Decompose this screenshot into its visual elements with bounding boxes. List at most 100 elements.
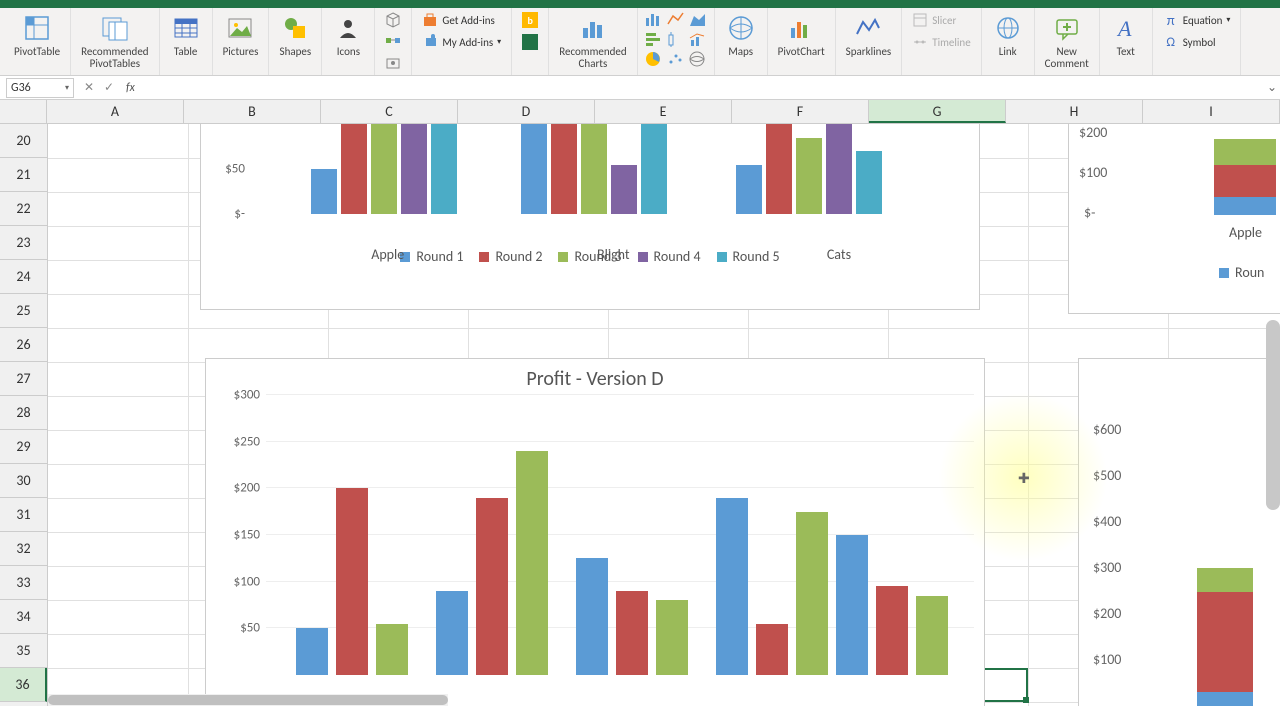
chart-legend: Round 1 Round 2 Round 3 Round 4 Round 5 — [201, 242, 979, 271]
column-header[interactable]: I — [1143, 100, 1280, 123]
sparklines-icon — [852, 12, 884, 44]
maps-button[interactable]: Maps — [721, 10, 761, 60]
column-header[interactable]: D — [458, 100, 595, 123]
row-header[interactable]: 21 — [0, 158, 47, 192]
stat-chart-button[interactable] — [666, 30, 686, 48]
row-header[interactable]: 22 — [0, 192, 47, 226]
table-button[interactable]: Table — [166, 10, 206, 60]
vertical-scrollbar[interactable] — [1266, 320, 1280, 510]
addins-icon — [422, 34, 438, 50]
chart-object-top[interactable]: $50$- Apple Blight Cats Round 1 Round 2 … — [200, 124, 980, 310]
shapes-button[interactable]: Shapes — [275, 10, 315, 60]
row-header[interactable]: 31 — [0, 498, 47, 532]
bing-icon: b — [522, 12, 538, 28]
column-header[interactable]: H — [1006, 100, 1143, 123]
equation-icon: π — [1163, 12, 1179, 28]
row-header[interactable]: 34 — [0, 600, 47, 634]
cancel-formula-button[interactable]: ✕ — [80, 79, 98, 97]
comment-icon — [1051, 12, 1083, 44]
row-header[interactable]: 20 — [0, 124, 47, 158]
icons-button[interactable]: Icons — [328, 10, 368, 60]
new-comment-button[interactable]: New Comment — [1041, 10, 1093, 72]
svg-text:A: A — [1116, 16, 1132, 41]
chart-object-right-bottom[interactable]: $600 $500 $400 $300 $200 $100 — [1078, 358, 1280, 706]
worksheet-grid[interactable]: ABCDEFGHI 202122232425262728293031323334… — [0, 100, 1280, 706]
row-header[interactable]: 23 — [0, 226, 47, 260]
expand-formula-bar-button[interactable]: ⌄ — [1264, 80, 1280, 95]
bar-chart-button[interactable] — [644, 30, 664, 48]
fx-icon[interactable]: fx — [126, 81, 135, 95]
slicer-button[interactable]: Slicer — [908, 10, 974, 30]
sparklines-button[interactable]: Sparklines — [842, 10, 896, 60]
row-header[interactable]: 25 — [0, 294, 47, 328]
get-addins-button[interactable]: Get Add-ins — [418, 10, 505, 30]
pictures-button[interactable]: Pictures — [219, 10, 263, 60]
row-header[interactable]: 35 — [0, 634, 47, 668]
shapes-icon — [279, 12, 311, 44]
link-button[interactable]: Link — [988, 10, 1028, 60]
column-headers: ABCDEFGHI — [0, 100, 1280, 124]
cube-icon — [385, 12, 401, 28]
chart-object-profit-d[interactable]: Profit - Version D $50$100$150$200$250$3… — [205, 358, 985, 706]
slicer-icon — [912, 12, 928, 28]
pivotchart-icon — [785, 12, 817, 44]
pictures-icon — [224, 12, 256, 44]
column-header[interactable]: C — [321, 100, 458, 123]
people-icon — [522, 34, 538, 50]
pivottable-button[interactable]: PivotTable — [10, 10, 64, 60]
symbol-icon: Ω — [1163, 34, 1179, 50]
icons-icon — [332, 12, 364, 44]
column-header[interactable]: F — [732, 100, 869, 123]
column-header[interactable]: E — [595, 100, 732, 123]
people-graph-button[interactable] — [518, 32, 542, 52]
table-icon — [170, 12, 202, 44]
column-header[interactable]: B — [184, 100, 321, 123]
select-all-corner[interactable] — [0, 100, 47, 123]
row-header[interactable]: 28 — [0, 396, 47, 430]
recommended-charts-icon — [577, 12, 609, 44]
link-icon — [992, 12, 1024, 44]
row-header[interactable]: 29 — [0, 430, 47, 464]
smartart-button[interactable] — [381, 32, 405, 52]
timeline-button[interactable]: Timeline — [908, 32, 974, 52]
surface-chart-button[interactable] — [688, 50, 708, 68]
pivotchart-button[interactable]: PivotChart — [774, 10, 829, 60]
pie-chart-button[interactable] — [644, 50, 664, 68]
combo-chart-button[interactable] — [688, 30, 708, 48]
my-addins-button[interactable]: My Add-ins▾ — [418, 32, 505, 52]
name-box[interactable]: G36 ▾ — [6, 78, 74, 98]
column-chart-button[interactable] — [644, 10, 664, 28]
row-header[interactable]: 27 — [0, 362, 47, 396]
maps-icon — [725, 12, 757, 44]
horizontal-scrollbar[interactable] — [48, 694, 448, 706]
row-header[interactable]: 30 — [0, 464, 47, 498]
recommended-charts-button[interactable]: Recommended Charts — [555, 10, 630, 72]
area-chart-button[interactable] — [688, 10, 708, 28]
text-button[interactable]: A Text — [1106, 10, 1146, 60]
row-header[interactable]: 26 — [0, 328, 47, 362]
column-header[interactable]: A — [47, 100, 184, 123]
column-header[interactable]: G — [869, 100, 1006, 123]
row-header[interactable]: 32 — [0, 532, 47, 566]
row-headers: 2021222324252627282930313233343536 — [0, 124, 48, 706]
bing-maps-button[interactable]: b — [518, 10, 542, 30]
row-header[interactable]: 33 — [0, 566, 47, 600]
3d-models-button[interactable] — [381, 10, 405, 30]
recommended-pivottables-button[interactable]: Recommended PivotTables — [77, 10, 152, 72]
enter-formula-button[interactable]: ✓ — [100, 79, 118, 97]
screenshot-icon — [385, 56, 401, 72]
screenshot-button[interactable] — [381, 54, 405, 74]
formula-bar: G36 ▾ ✕ ✓ fx ⌄ — [0, 76, 1280, 100]
pivottable-icon — [21, 12, 53, 44]
row-header[interactable]: 36 — [0, 668, 47, 702]
line-chart-button[interactable] — [666, 10, 686, 28]
smartart-icon — [385, 34, 401, 50]
chart-object-right-top[interactable]: $200 $100 $- Apple Roun — [1068, 124, 1280, 314]
chevron-down-icon: ▾ — [65, 83, 69, 93]
symbol-button[interactable]: ΩSymbol — [1159, 32, 1235, 52]
scatter-chart-button[interactable] — [666, 50, 686, 68]
formula-input[interactable] — [141, 78, 1264, 98]
timeline-icon — [912, 34, 928, 50]
equation-button[interactable]: πEquation▾ — [1159, 10, 1235, 30]
row-header[interactable]: 24 — [0, 260, 47, 294]
